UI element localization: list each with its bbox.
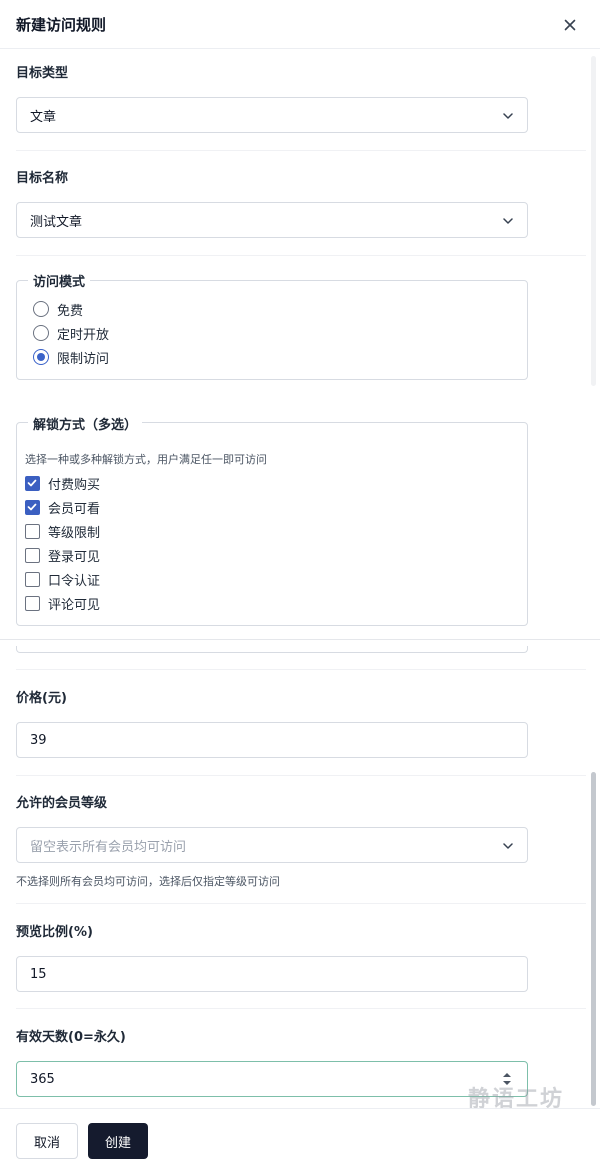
target-name-select[interactable]: 测试文章 — [16, 202, 528, 238]
checkbox-checked[interactable] — [25, 475, 40, 491]
option-label: 会员可看 — [48, 501, 101, 517]
section-divider — [16, 903, 586, 904]
unlock-paid[interactable]: 付费购买 — [25, 474, 101, 493]
chevron-down-icon — [503, 218, 513, 224]
valid-days-value: 365 — [30, 1071, 55, 1087]
scroll-track — [591, 56, 596, 386]
create-button[interactable]: 创建 — [88, 1123, 148, 1159]
radio-button[interactable] — [33, 325, 49, 341]
option-label: 定时开放 — [57, 327, 110, 343]
price-value: 39 — [30, 732, 47, 748]
valid-days-input[interactable]: 365 — [16, 1061, 528, 1097]
section-divider — [16, 669, 586, 670]
dialog-header: 新建访问规则 — [0, 0, 600, 49]
member-level-placeholder: 留空表示所有会员均可访问 — [30, 839, 187, 855]
checkbox[interactable] — [25, 547, 40, 563]
chevron-down-icon — [503, 113, 513, 119]
checkbox[interactable] — [25, 595, 40, 611]
checkbox-checked[interactable] — [25, 499, 40, 515]
target-type-label: 目标类型 — [16, 66, 69, 81]
target-type-select[interactable]: 文章 — [16, 97, 528, 133]
checkbox[interactable] — [25, 571, 40, 587]
option-label: 付费购买 — [48, 477, 101, 493]
scrollbar-thumb[interactable] — [591, 772, 596, 1106]
access-mode-legend: 访问模式 — [28, 271, 91, 290]
close-icon — [564, 19, 576, 31]
valid-days-label: 有效天数(0=永久) — [16, 1030, 126, 1045]
preview-ratio-input[interactable]: 15 — [16, 956, 528, 992]
target-name-value: 测试文章 — [30, 214, 83, 230]
option-label: 口令认证 — [48, 573, 101, 589]
section-divider — [16, 255, 586, 256]
dialog-footer: 取消 创建 — [0, 1108, 600, 1170]
section-divider — [16, 775, 586, 776]
close-button[interactable] — [558, 13, 582, 37]
option-label: 评论可见 — [48, 597, 101, 613]
price-input[interactable]: 39 — [16, 722, 528, 758]
radio-button[interactable] — [33, 301, 49, 317]
unlock-comment[interactable]: 评论可见 — [25, 594, 101, 613]
access-mode-restricted[interactable]: 限制访问 — [33, 348, 110, 367]
preview-ratio-value: 15 — [30, 966, 47, 982]
section-divider — [16, 1008, 586, 1009]
unlock-level[interactable]: 等级限制 — [25, 522, 101, 541]
unlock-method-legend: 解锁方式（多选） — [28, 414, 143, 433]
option-label: 等级限制 — [48, 525, 101, 541]
member-level-select[interactable]: 留空表示所有会员均可访问 — [16, 827, 528, 863]
member-level-hint: 不选择则所有会员均可访问，选择后仅指定等级可访问 — [16, 875, 280, 888]
check-icon — [27, 503, 37, 510]
unlock-password[interactable]: 口令认证 — [25, 570, 101, 589]
option-label: 登录可见 — [48, 549, 101, 565]
target-name-label: 目标名称 — [16, 171, 69, 186]
dialog-title: 新建访问规则 — [16, 16, 107, 34]
option-label: 限制访问 — [57, 351, 110, 367]
cancel-button[interactable]: 取消 — [16, 1123, 78, 1159]
target-type-value: 文章 — [30, 109, 57, 125]
access-mode-scheduled[interactable]: 定时开放 — [33, 324, 110, 343]
clipped-field-edge — [16, 646, 528, 653]
scroll-seam — [0, 639, 600, 640]
price-label: 价格(元) — [16, 691, 67, 706]
unlock-member[interactable]: 会员可看 — [25, 498, 101, 517]
section-divider — [16, 150, 586, 151]
unlock-method-hint: 选择一种或多种解锁方式，用户满足任一即可访问 — [25, 453, 267, 466]
option-label: 免费 — [57, 303, 84, 319]
checkbox[interactable] — [25, 523, 40, 539]
chevron-down-icon — [503, 843, 513, 849]
preview-ratio-label: 预览比例(%) — [16, 925, 93, 940]
access-mode-free[interactable]: 免费 — [33, 300, 84, 319]
radio-button-selected[interactable] — [33, 349, 49, 365]
member-level-label: 允许的会员等级 — [16, 796, 108, 811]
unlock-login[interactable]: 登录可见 — [25, 546, 101, 565]
check-icon — [27, 479, 37, 486]
